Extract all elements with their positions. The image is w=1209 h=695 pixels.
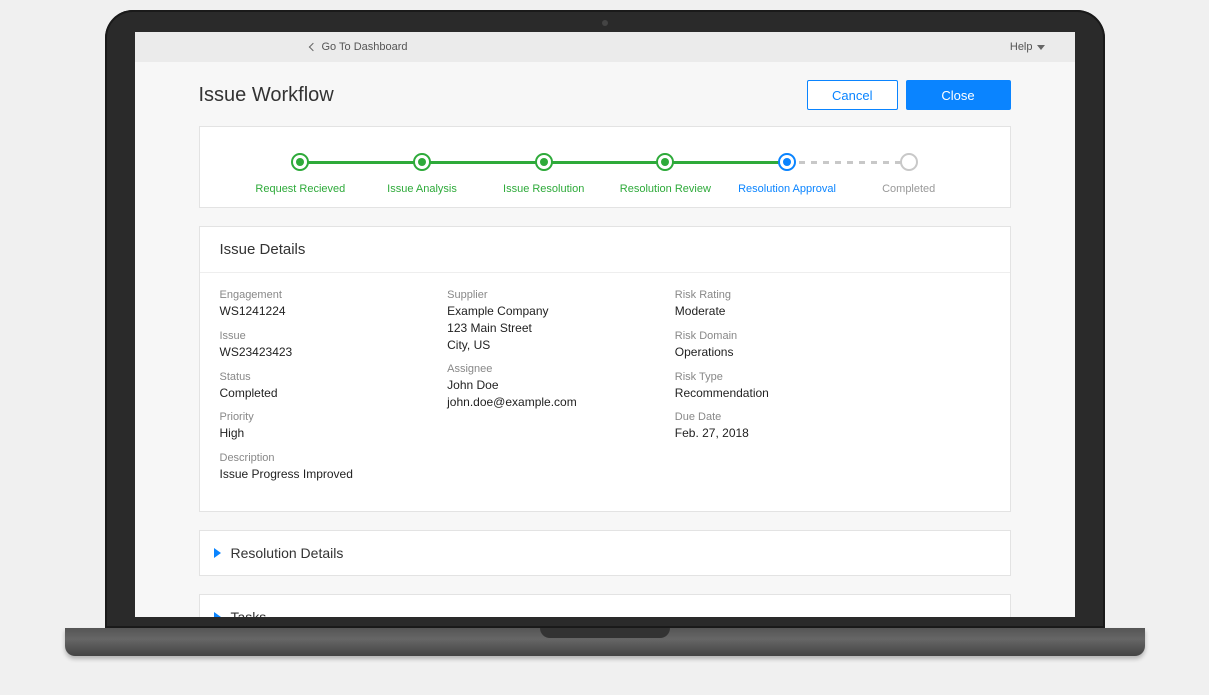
field-issue: Issue WS23423423 — [220, 330, 438, 361]
step-label: Request Recieved — [255, 183, 345, 195]
field-due-date: Due Date Feb. 27, 2018 — [675, 411, 893, 442]
tasks-toggle[interactable]: Tasks — [200, 595, 1010, 617]
camera-dot — [602, 20, 608, 26]
laptop-bezel: Go To Dashboard Help Issue Workflow Canc… — [105, 10, 1105, 628]
supplier-line: City, US — [447, 337, 665, 354]
details-col-1: Engagement WS1241224 Issue WS23423423 St… — [220, 289, 438, 493]
field-risk-rating: Risk Rating Moderate — [675, 289, 893, 320]
step-resolution-approval: Resolution Approval — [726, 153, 848, 195]
step-node-icon — [535, 153, 553, 171]
step-label: Issue Analysis — [387, 183, 457, 195]
step-resolution-review: Resolution Review — [605, 153, 727, 195]
field-label: Risk Type — [675, 371, 893, 383]
field-description: Description Issue Progress Improved — [220, 452, 438, 483]
header-buttons: Cancel Close — [807, 80, 1010, 110]
content-area: Issue Workflow Cancel Close Request Reci… — [135, 62, 1075, 617]
supplier-line: 123 Main Street — [447, 320, 665, 337]
field-label: Priority — [220, 411, 438, 423]
field-value: Operations — [675, 344, 893, 361]
field-value: John Doe john.doe@example.com — [447, 377, 665, 411]
field-value: Feb. 27, 2018 — [675, 425, 893, 442]
step-node-icon — [900, 153, 918, 171]
field-supplier: Supplier Example Company 123 Main Street… — [447, 289, 665, 353]
step-request-received: Request Recieved — [240, 153, 362, 195]
connector — [422, 161, 544, 164]
field-label: Status — [220, 371, 438, 383]
page-title: Issue Workflow — [199, 84, 334, 107]
supplier-line: Example Company — [447, 303, 665, 320]
field-value: Recommendation — [675, 385, 893, 402]
issue-details-title: Issue Details — [200, 227, 1010, 273]
step-issue-resolution: Issue Resolution — [483, 153, 605, 195]
field-status: Status Completed — [220, 371, 438, 402]
field-label: Engagement — [220, 289, 438, 301]
field-value: Issue Progress Improved — [220, 466, 438, 483]
step-label: Completed — [882, 183, 935, 195]
connector — [665, 161, 787, 164]
field-label: Due Date — [675, 411, 893, 423]
workflow-card: Request Recieved Issue Analysis Issue Re… — [199, 126, 1011, 208]
step-node-icon — [656, 153, 674, 171]
connector — [544, 161, 666, 164]
close-button[interactable]: Close — [906, 80, 1011, 110]
triangle-right-icon — [214, 612, 221, 617]
field-label: Description — [220, 452, 438, 464]
field-label: Assignee — [447, 363, 665, 375]
step-completed: Completed — [848, 153, 970, 195]
assignee-name: John Doe — [447, 377, 665, 394]
laptop-base — [65, 628, 1145, 656]
issue-details-body: Engagement WS1241224 Issue WS23423423 St… — [200, 273, 1010, 511]
field-value: Completed — [220, 385, 438, 402]
field-label: Risk Domain — [675, 330, 893, 342]
resolution-details-toggle[interactable]: Resolution Details — [200, 531, 1010, 575]
help-label: Help — [1010, 41, 1033, 53]
field-label: Supplier — [447, 289, 665, 301]
field-engagement: Engagement WS1241224 — [220, 289, 438, 320]
tasks-label: Tasks — [231, 609, 267, 617]
resolution-details-label: Resolution Details — [231, 545, 344, 561]
field-assignee: Assignee John Doe john.doe@example.com — [447, 363, 665, 411]
cancel-button[interactable]: Cancel — [807, 80, 897, 110]
top-bar: Go To Dashboard Help — [135, 32, 1075, 62]
details-col-spacer — [902, 289, 989, 493]
step-label: Resolution Review — [620, 183, 711, 195]
field-value: High — [220, 425, 438, 442]
page-header: Issue Workflow Cancel Close — [199, 80, 1011, 110]
field-label: Risk Rating — [675, 289, 893, 301]
field-risk-type: Risk Type Recommendation — [675, 371, 893, 402]
screen: Go To Dashboard Help Issue Workflow Canc… — [135, 32, 1075, 617]
step-node-icon — [413, 153, 431, 171]
field-value: WS1241224 — [220, 303, 438, 320]
field-value: Example Company 123 Main Street City, US — [447, 303, 665, 353]
step-issue-analysis: Issue Analysis — [361, 153, 483, 195]
tasks-section: Tasks — [199, 594, 1011, 617]
workflow-steps: Request Recieved Issue Analysis Issue Re… — [240, 153, 970, 195]
field-priority: Priority High — [220, 411, 438, 442]
help-menu[interactable]: Help — [1010, 41, 1045, 53]
step-node-icon — [291, 153, 309, 171]
resolution-details-section: Resolution Details — [199, 530, 1011, 576]
assignee-email: john.doe@example.com — [447, 394, 665, 411]
issue-details-card: Issue Details Engagement WS1241224 Issue… — [199, 226, 1011, 512]
step-label: Resolution Approval — [738, 183, 836, 195]
field-label: Issue — [220, 330, 438, 342]
triangle-right-icon — [214, 548, 221, 558]
step-node-icon — [778, 153, 796, 171]
go-to-dashboard-link[interactable]: Go To Dashboard — [310, 41, 408, 53]
dashboard-link-label: Go To Dashboard — [322, 41, 408, 53]
field-value: Moderate — [675, 303, 893, 320]
details-col-2: Supplier Example Company 123 Main Street… — [447, 289, 665, 493]
connector — [300, 161, 422, 164]
connector — [787, 161, 909, 164]
field-risk-domain: Risk Domain Operations — [675, 330, 893, 361]
caret-down-icon — [1037, 45, 1045, 50]
details-col-3: Risk Rating Moderate Risk Domain Operati… — [675, 289, 893, 493]
laptop-notch — [540, 628, 670, 638]
laptop-frame: Go To Dashboard Help Issue Workflow Canc… — [65, 10, 1145, 656]
chevron-left-icon — [308, 43, 316, 51]
step-label: Issue Resolution — [503, 183, 584, 195]
field-value: WS23423423 — [220, 344, 438, 361]
